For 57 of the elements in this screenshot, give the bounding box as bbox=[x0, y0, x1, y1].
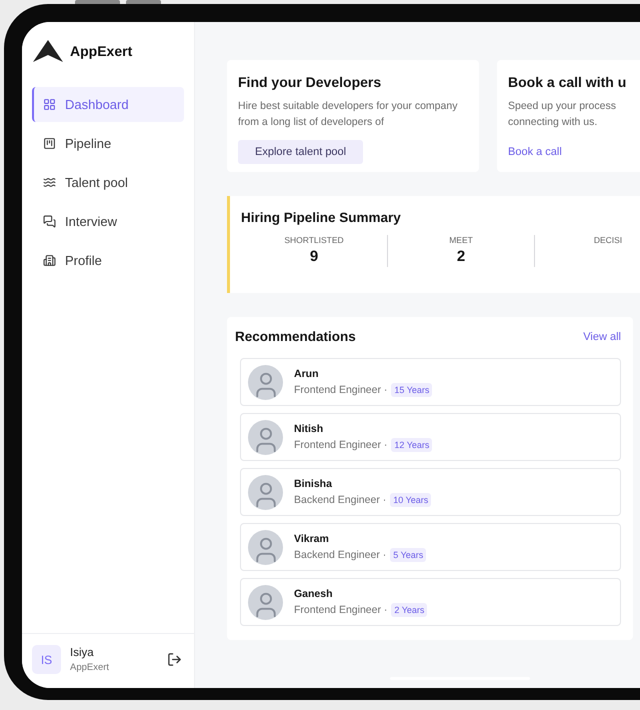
user-org: AppExert bbox=[70, 662, 110, 672]
candidate-name: Vikram bbox=[294, 532, 330, 544]
avatar-placeholder bbox=[248, 420, 283, 454]
avatar-placeholder bbox=[248, 364, 283, 400]
view-all-link[interactable]: View all bbox=[583, 330, 621, 342]
book-call-link[interactable]: Book a call bbox=[508, 146, 562, 158]
candidate-row[interactable]: Arun Frontend Engineer · 15 Years bbox=[240, 358, 621, 406]
candidate-name: Arun bbox=[294, 368, 320, 380]
candidate-row[interactable]: Vikram Backend Engineer · 5 Years bbox=[240, 523, 621, 571]
candidate-role: Frontend Engineer · bbox=[294, 604, 388, 616]
candidate-row[interactable]: Binisha Backend Engineer · 10 Years bbox=[240, 468, 621, 516]
candidate-name: Ganesh bbox=[294, 588, 334, 600]
building-icon bbox=[43, 254, 56, 267]
avatar-placeholder bbox=[248, 530, 283, 564]
stat-value: 9 bbox=[310, 248, 318, 265]
grid-icon bbox=[43, 98, 56, 111]
candidate-role: Backend Engineer · bbox=[294, 548, 386, 560]
nav-item[interactable]: Dashboard bbox=[32, 87, 184, 122]
logout-button[interactable] bbox=[167, 652, 182, 667]
avatar-placeholder bbox=[248, 474, 283, 510]
kanban-icon bbox=[43, 137, 56, 150]
nav-item[interactable]: Interview bbox=[32, 204, 184, 239]
nav-item[interactable]: Pipeline bbox=[32, 126, 184, 161]
user-avatar: IS bbox=[32, 645, 61, 674]
brand-name: AppExert bbox=[70, 43, 132, 59]
card-text: connecting with us. bbox=[508, 115, 598, 130]
experience-badge: 2 Years bbox=[391, 602, 428, 616]
candidate-row[interactable]: Nitish Frontend Engineer · 12 Years bbox=[240, 413, 621, 461]
card-text: Speed up your process bbox=[508, 99, 617, 114]
waves-icon bbox=[43, 176, 56, 189]
stat-label: SHORTLISTED bbox=[284, 235, 344, 245]
user-name: Isiya bbox=[70, 646, 95, 658]
section-title: Recommendations bbox=[235, 329, 356, 344]
experience-badge: 15 Years bbox=[391, 382, 432, 396]
explore-button[interactable]: Explore talent pool bbox=[238, 140, 364, 164]
section-title: Hiring Pipeline Summary bbox=[241, 210, 402, 225]
candidate-name: Nitish bbox=[294, 422, 324, 434]
experience-badge: 5 Years bbox=[390, 548, 426, 562]
nav-item[interactable]: Talent pool bbox=[32, 165, 184, 200]
nav-item[interactable]: Profile bbox=[32, 243, 184, 278]
stat-value: 2 bbox=[456, 248, 466, 265]
candidate-name: Binisha bbox=[294, 478, 333, 490]
experience-badge: 12 Years bbox=[391, 438, 432, 452]
candidate-role: Frontend Engineer · bbox=[294, 438, 388, 450]
logo-icon bbox=[32, 39, 64, 63]
experience-badge: 10 Years bbox=[390, 492, 432, 506]
stat-label: DECISI bbox=[594, 235, 622, 245]
card-title: Book a call with u bbox=[508, 74, 628, 90]
chat-icon bbox=[43, 215, 56, 228]
logout-icon bbox=[167, 652, 182, 667]
candidate-row[interactable]: Ganesh Frontend Engineer · 2 Years bbox=[240, 578, 621, 626]
candidate-role: Frontend Engineer · bbox=[294, 384, 388, 396]
card-text: Hire best suitable developers for your company from a long list of developers of bbox=[238, 99, 458, 130]
stat-label: MEET bbox=[449, 235, 473, 245]
avatar-placeholder bbox=[248, 584, 283, 620]
candidate-role: Backend Engineer · bbox=[294, 494, 386, 506]
card-title: Find your Developers bbox=[238, 74, 382, 90]
